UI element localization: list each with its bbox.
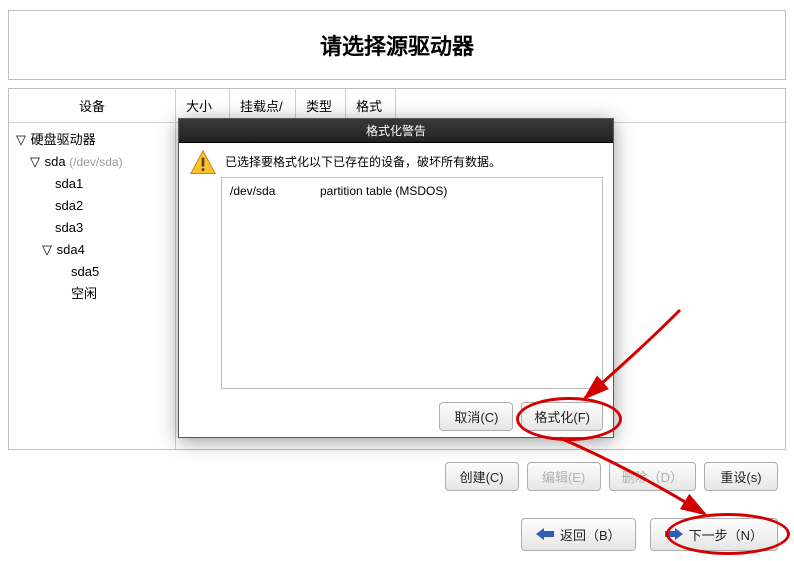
back-button[interactable]: 返回（B） bbox=[521, 518, 636, 551]
tree-node-sda2[interactable]: sda2 bbox=[15, 195, 169, 217]
device-column: 设备 ▽ 硬盘驱动器 ▽ sda (/dev/sda) sda1 sda2 sd… bbox=[9, 89, 175, 449]
app-root: 请选择源驱动器 设备 ▽ 硬盘驱动器 ▽ sda (/dev/sda) sda1… bbox=[0, 0, 794, 561]
cancel-button[interactable]: 取消(C) bbox=[439, 402, 513, 431]
format-warning-dialog: 格式化警告 已选择要格式化以下已存在的设备，破坏所有数据。 /dev/sda p… bbox=[178, 118, 614, 438]
device-name: /dev/sda bbox=[230, 184, 320, 198]
device-column-header: 设备 bbox=[9, 89, 175, 123]
dialog-button-bar: 取消(C) 格式化(F) bbox=[179, 395, 613, 437]
dialog-title: 格式化警告 bbox=[179, 119, 613, 143]
format-button[interactable]: 格式化(F) bbox=[521, 402, 603, 431]
tree-node-sda5[interactable]: sda5 bbox=[15, 261, 169, 283]
next-button[interactable]: 下一步（N） bbox=[650, 518, 778, 551]
device-list: /dev/sda partition table (MSDOS) bbox=[221, 177, 603, 389]
expander-icon[interactable]: ▽ bbox=[29, 151, 41, 173]
tree-node-harddrives[interactable]: ▽ 硬盘驱动器 bbox=[15, 129, 169, 151]
partition-toolbar: 创建(C) 编辑(E) 删除（D） 重设(s) bbox=[8, 458, 786, 494]
wizard-nav: 返回（B） 下一步（N） bbox=[8, 516, 786, 552]
tree-node-sda1[interactable]: sda1 bbox=[15, 173, 169, 195]
dialog-body: 已选择要格式化以下已存在的设备，破坏所有数据。 /dev/sda partiti… bbox=[179, 143, 613, 395]
warning-row: 已选择要格式化以下已存在的设备，破坏所有数据。 bbox=[189, 149, 603, 177]
device-path: (/dev/sda) bbox=[69, 155, 122, 169]
edit-button[interactable]: 编辑(E) bbox=[527, 462, 601, 491]
next-button-label: 下一步（N） bbox=[689, 525, 763, 544]
tree-node-sda[interactable]: ▽ sda (/dev/sda) bbox=[15, 151, 169, 173]
delete-button[interactable]: 删除（D） bbox=[609, 462, 696, 491]
device-row: /dev/sda partition table (MSDOS) bbox=[230, 184, 594, 198]
expander-icon[interactable]: ▽ bbox=[41, 239, 53, 261]
warning-message: 已选择要格式化以下已存在的设备，破坏所有数据。 bbox=[225, 149, 501, 170]
device-desc: partition table (MSDOS) bbox=[320, 184, 447, 198]
tree-node-free[interactable]: 空闲 bbox=[15, 283, 169, 305]
warning-icon bbox=[189, 149, 217, 177]
page-title: 请选择源驱动器 bbox=[320, 29, 474, 61]
title-panel: 请选择源驱动器 bbox=[8, 10, 786, 80]
tree-node-sda4[interactable]: ▽ sda4 bbox=[15, 239, 169, 261]
arrow-left-icon bbox=[536, 528, 554, 540]
tree-node-sda3[interactable]: sda3 bbox=[15, 217, 169, 239]
expander-icon[interactable]: ▽ bbox=[15, 129, 27, 151]
device-tree[interactable]: ▽ 硬盘驱动器 ▽ sda (/dev/sda) sda1 sda2 sda3 … bbox=[9, 123, 175, 311]
back-button-label: 返回（B） bbox=[560, 525, 621, 544]
reset-button[interactable]: 重设(s) bbox=[704, 462, 778, 491]
arrow-right-icon bbox=[665, 528, 683, 540]
create-button[interactable]: 创建(C) bbox=[445, 462, 519, 491]
